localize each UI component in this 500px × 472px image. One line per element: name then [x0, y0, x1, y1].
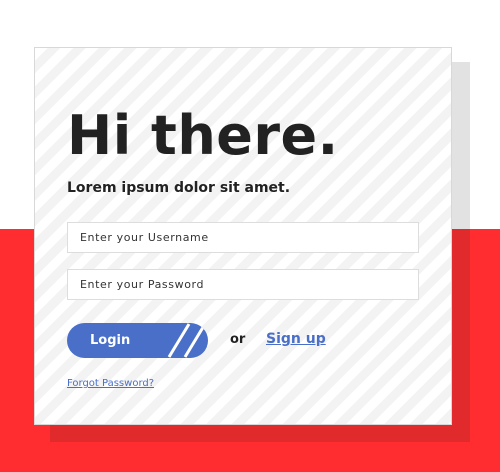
login-button[interactable]: Login — [67, 323, 208, 358]
subtitle: Lorem ipsum dolor sit amet. — [67, 180, 291, 196]
page-title: Hi there. — [67, 104, 339, 167]
forgot-password-link[interactable]: Forgot Password? — [67, 378, 154, 389]
login-button-label: Login — [90, 333, 131, 348]
password-input[interactable] — [67, 269, 419, 300]
signup-link[interactable]: Sign up — [266, 331, 326, 347]
diagonal-stripes-icon — [167, 323, 207, 358]
username-input[interactable] — [67, 222, 419, 253]
or-separator: or — [230, 332, 246, 347]
login-card: Hi there. Lorem ipsum dolor sit amet. Lo… — [34, 47, 452, 425]
